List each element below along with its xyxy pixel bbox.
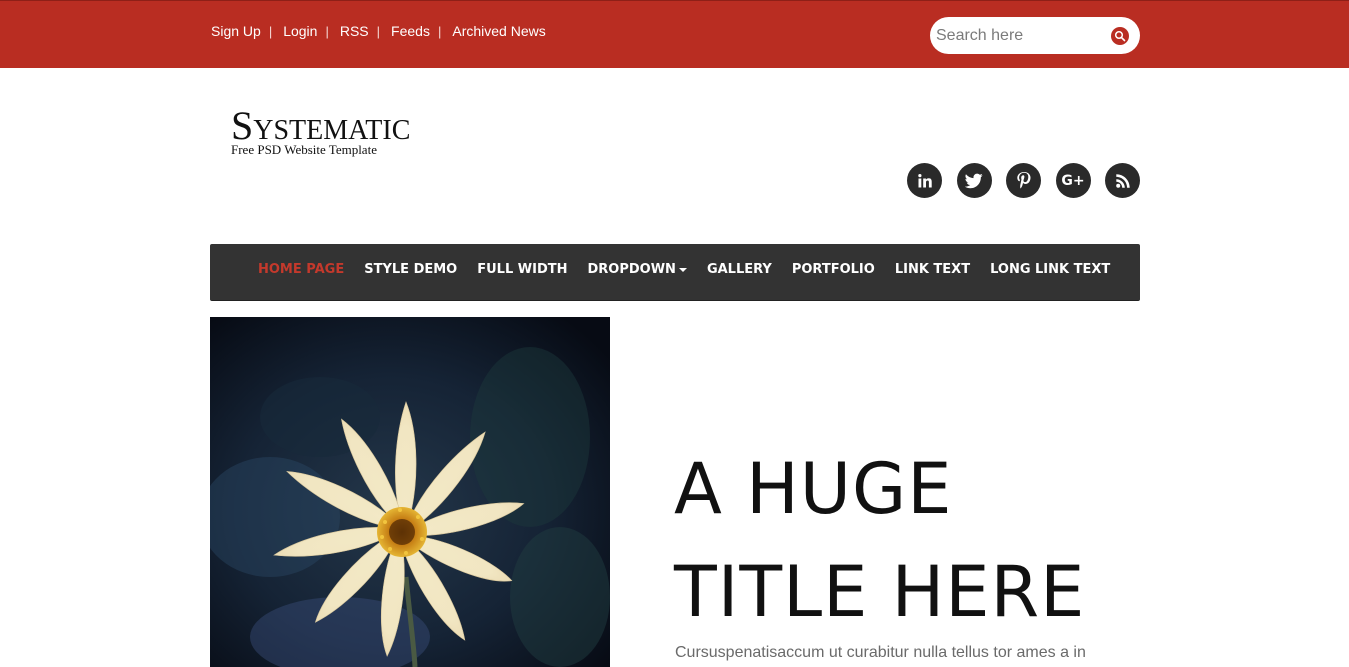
search-button[interactable]	[1111, 27, 1129, 45]
signup-link[interactable]: Sign Up	[211, 23, 261, 39]
feeds-link[interactable]: Feeds	[391, 23, 430, 39]
google-plus-label: G+	[1061, 172, 1085, 189]
twitter-icon[interactable]	[956, 163, 992, 198]
main-nav: HOME PAGE STYLE DEMO FULL WIDTH DROPDOWN…	[210, 244, 1140, 301]
nav-item-home-page[interactable]: HOME PAGE	[258, 262, 344, 277]
hero-title: A HUGE TITLE HERE	[674, 438, 1134, 644]
search-input[interactable]	[930, 17, 1105, 54]
search-icon	[1114, 30, 1126, 42]
nav-item-full-width[interactable]: FULL WIDTH	[477, 262, 567, 277]
nav-item-link-text[interactable]: LINK TEXT	[895, 262, 970, 277]
login-link[interactable]: Login	[283, 23, 317, 39]
separator: |	[376, 23, 381, 39]
social-icons: G+	[907, 163, 1140, 198]
hero-paragraph: Cursuspenatisaccum ut curabitur nulla te…	[675, 644, 1086, 661]
pinterest-icon[interactable]	[1006, 163, 1041, 198]
hero-title-line1: A HUGE	[674, 448, 953, 530]
google-plus-icon[interactable]: G+	[1055, 163, 1091, 198]
nav-item-style-demo[interactable]: STYLE DEMO	[364, 262, 457, 277]
archived-news-link[interactable]: Archived News	[452, 23, 545, 39]
top-bar: Sign Up | Login | RSS | Feeds | Archived…	[0, 0, 1349, 68]
nav-item-dropdown-label: DROPDOWN	[587, 262, 676, 277]
top-links: Sign Up | Login | RSS | Feeds | Archived…	[211, 23, 546, 39]
nav-item-long-link-text[interactable]: LONG LINK TEXT	[990, 262, 1110, 277]
separator: |	[325, 23, 329, 39]
hero-image	[210, 317, 610, 667]
chevron-down-icon	[678, 267, 687, 272]
nav-item-portfolio[interactable]: PORTFOLIO	[792, 262, 875, 277]
linkedin-icon[interactable]	[907, 163, 942, 198]
nav-item-dropdown[interactable]: DROPDOWN	[587, 262, 687, 277]
rss-icon[interactable]	[1105, 163, 1140, 198]
rss-link[interactable]: RSS	[340, 23, 369, 39]
hero-title-line2: TITLE HERE	[674, 551, 1086, 633]
separator: |	[268, 23, 273, 39]
nav-item-gallery[interactable]: GALLERY	[707, 262, 772, 277]
separator: |	[437, 23, 442, 39]
site-logo[interactable]: Systematic Free PSD Website Template	[231, 104, 410, 158]
search-box	[930, 17, 1140, 54]
